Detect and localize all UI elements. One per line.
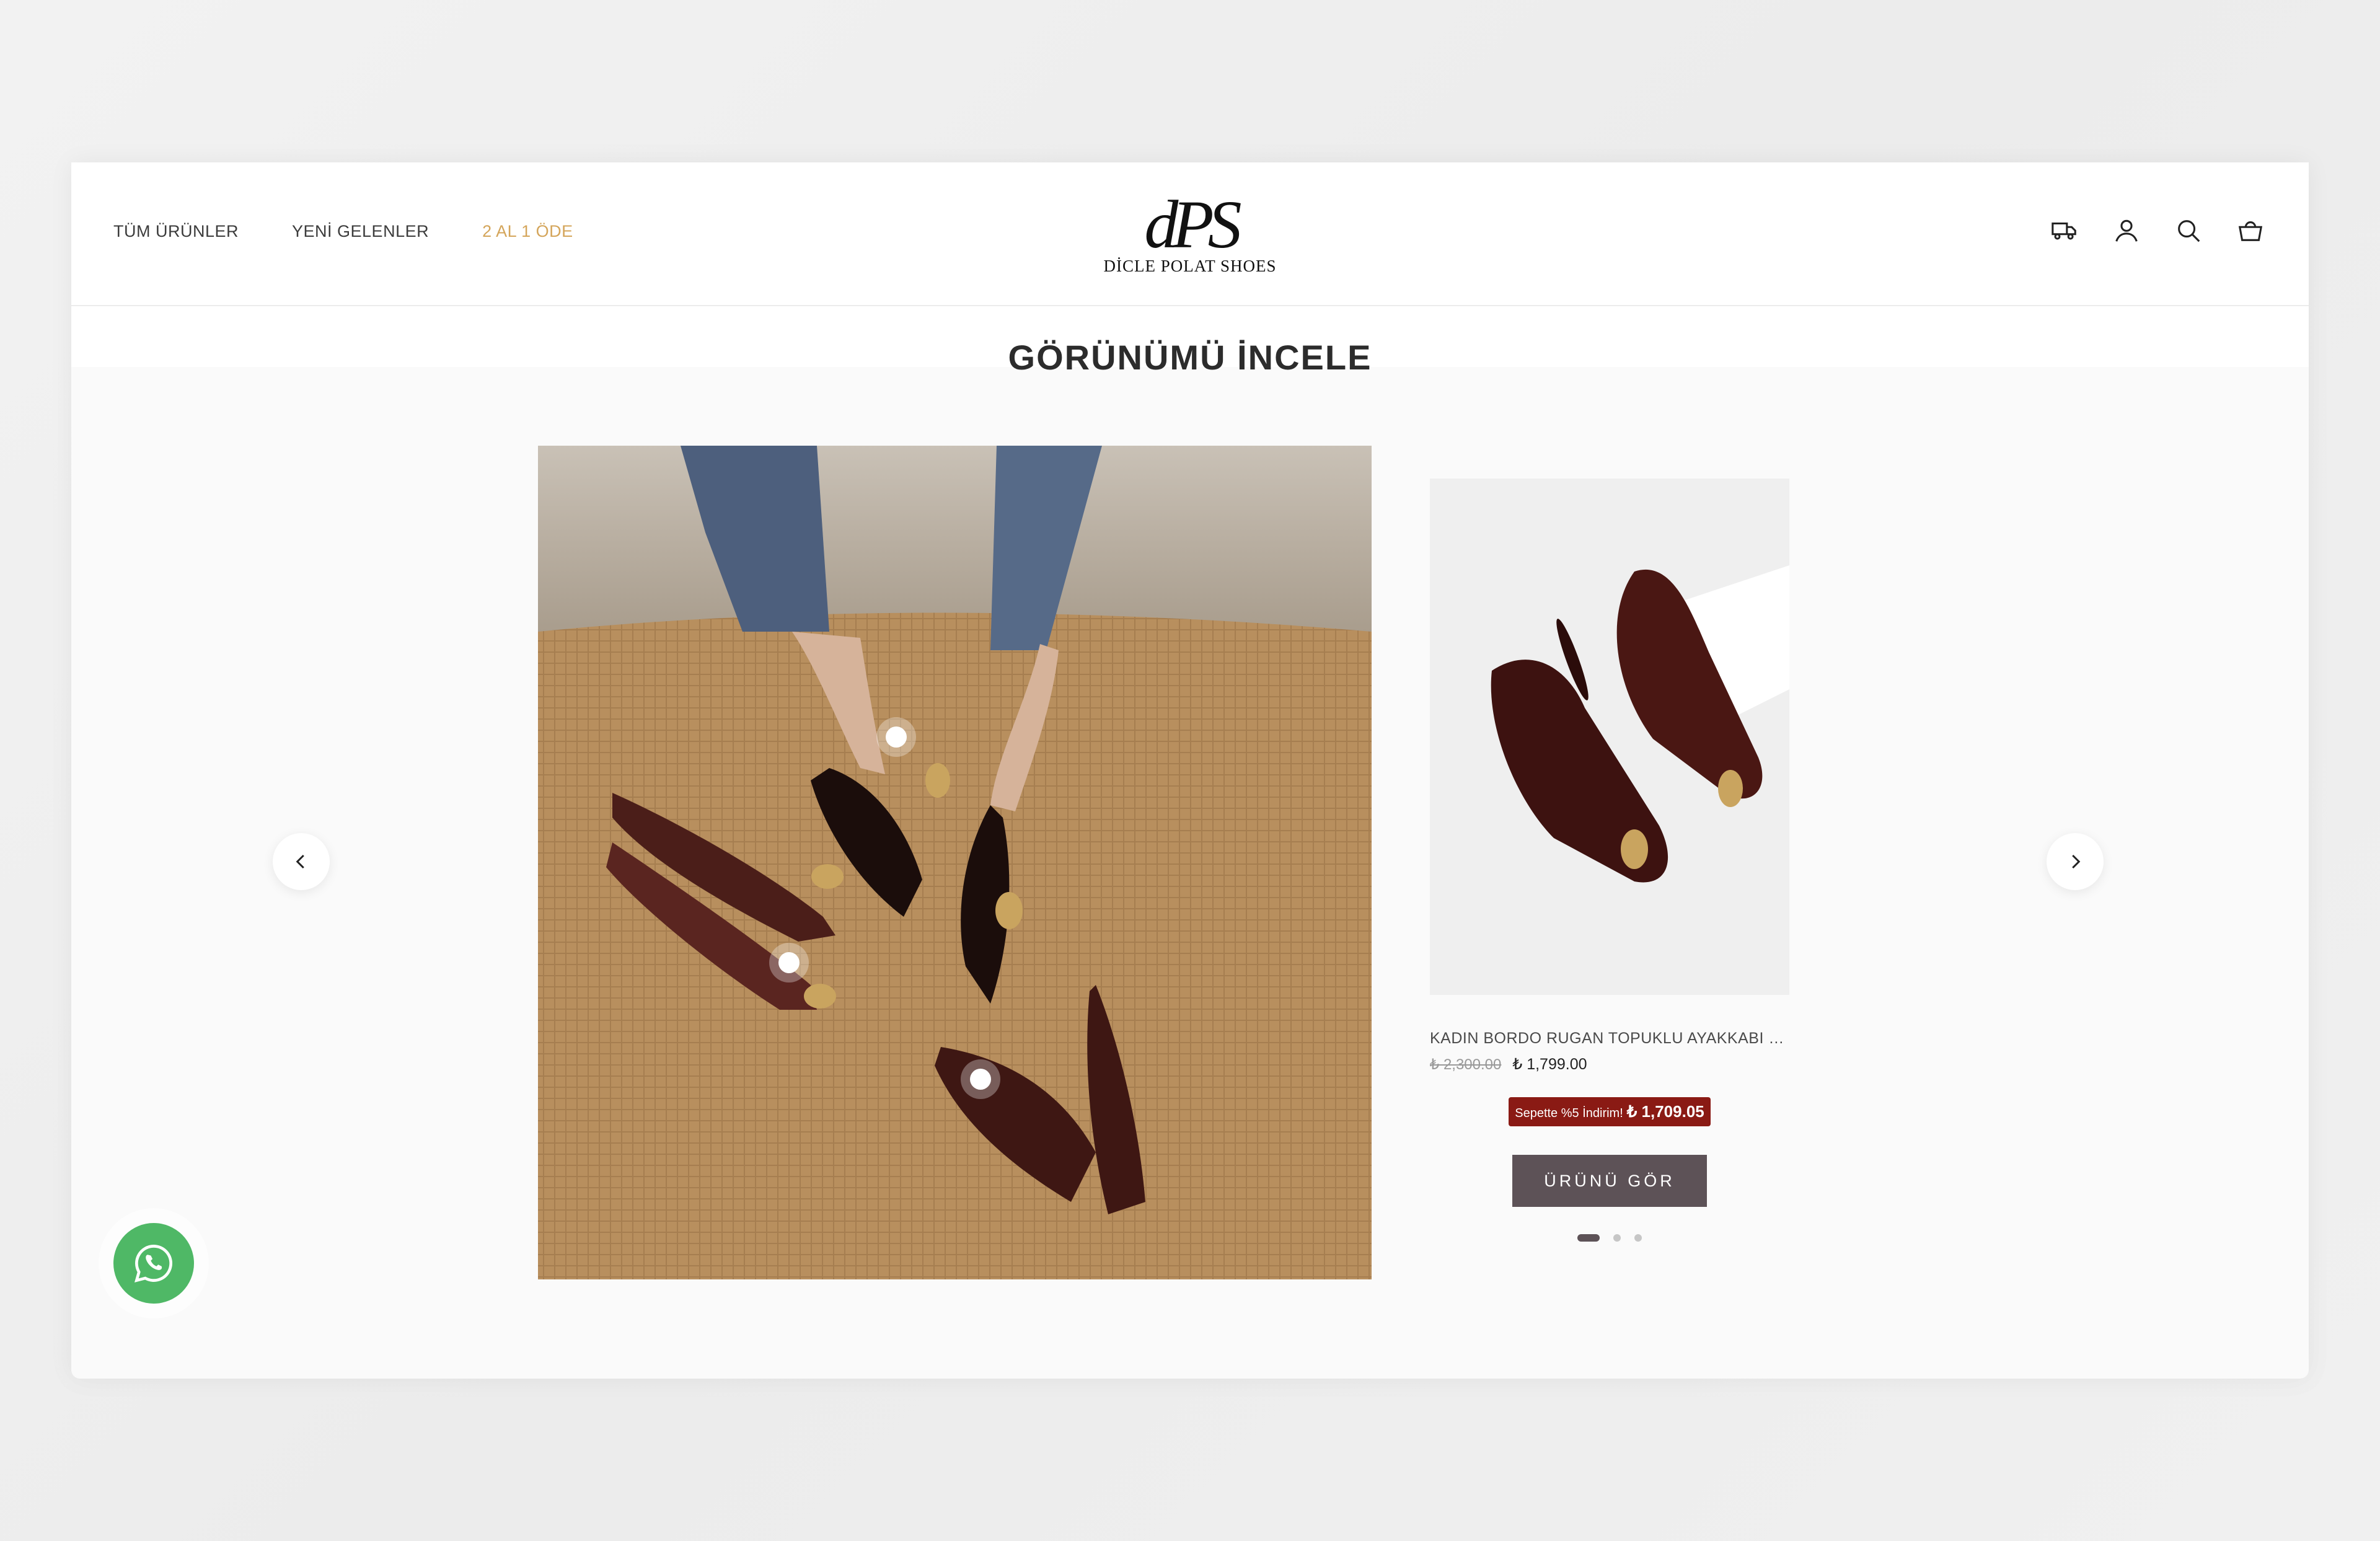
carousel-dots (1430, 1234, 1789, 1242)
product-prices: ₺ 2,300.00 ₺ 1,799.00 (1430, 1055, 1789, 1074)
nav-buy-2-pay-1[interactable]: 2 AL 1 ÖDE (482, 222, 573, 241)
product-hotspot[interactable] (769, 943, 809, 982)
product-card: KADIN BORDO RUGAN TOPUKLU AYAKKABI GOL..… (1430, 479, 1789, 1242)
lookbook-image (538, 446, 1372, 1279)
old-price: ₺ 2,300.00 (1430, 1056, 1502, 1073)
discount-price: ₺ 1,709.05 (1626, 1102, 1704, 1121)
carousel-prev-button[interactable] (273, 833, 330, 890)
logo-name: DİCLE POLAT SHOES (1103, 257, 1277, 275)
carousel-dot-3[interactable] (1634, 1234, 1642, 1242)
browser-page: TÜM ÜRÜNLER YENİ GELENLER 2 AL 1 ÖDE dPS… (71, 162, 2309, 1379)
product-hotspot[interactable] (876, 717, 916, 757)
logo-mark: dPS (1144, 187, 1241, 262)
product-image[interactable] (1430, 479, 1789, 995)
discount-label: Sepette %5 İndirim! (1515, 1106, 1623, 1120)
whatsapp-button[interactable] (113, 1223, 194, 1304)
cart-icon[interactable] (2234, 214, 2267, 247)
nav-all-products[interactable]: TÜM ÜRÜNLER (113, 222, 239, 241)
carousel-dot-1[interactable] (1577, 1234, 1600, 1242)
search-icon[interactable] (2172, 214, 2205, 247)
truck-icon[interactable] (2048, 214, 2081, 247)
brand-logo[interactable]: dPS DİCLE POLAT SHOES (1072, 187, 1308, 276)
cart-discount-badge: Sepette %5 İndirim! ₺ 1,709.05 (1509, 1097, 1711, 1126)
chevron-left-icon (296, 854, 304, 869)
section-title: GÖRÜNÜMÜ İNCELE (1008, 338, 1372, 377)
view-product-button[interactable]: ÜRÜNÜ GÖR (1512, 1155, 1707, 1207)
carousel-next-button[interactable] (2047, 833, 2104, 890)
site-header: TÜM ÜRÜNLER YENİ GELENLER 2 AL 1 ÖDE dPS… (71, 162, 2309, 306)
header-icons (2048, 214, 2267, 247)
product-hotspot[interactable] (961, 1059, 1000, 1099)
shoes-on-rug-illustration (538, 446, 1372, 1279)
product-shoe-illustration (1430, 479, 1789, 995)
carousel-dot-2[interactable] (1613, 1234, 1621, 1242)
account-icon[interactable] (2110, 214, 2143, 247)
chevron-right-icon (2072, 854, 2081, 869)
whatsapp-icon (134, 1245, 172, 1283)
nav-new-arrivals[interactable]: YENİ GELENLER (292, 222, 429, 241)
sale-price: ₺ 1,799.00 (1512, 1056, 1587, 1073)
product-title[interactable]: KADIN BORDO RUGAN TOPUKLU AYAKKABI GOL..… (1430, 1030, 1789, 1048)
main-nav: TÜM ÜRÜNLER YENİ GELENLER 2 AL 1 ÖDE (113, 222, 573, 241)
